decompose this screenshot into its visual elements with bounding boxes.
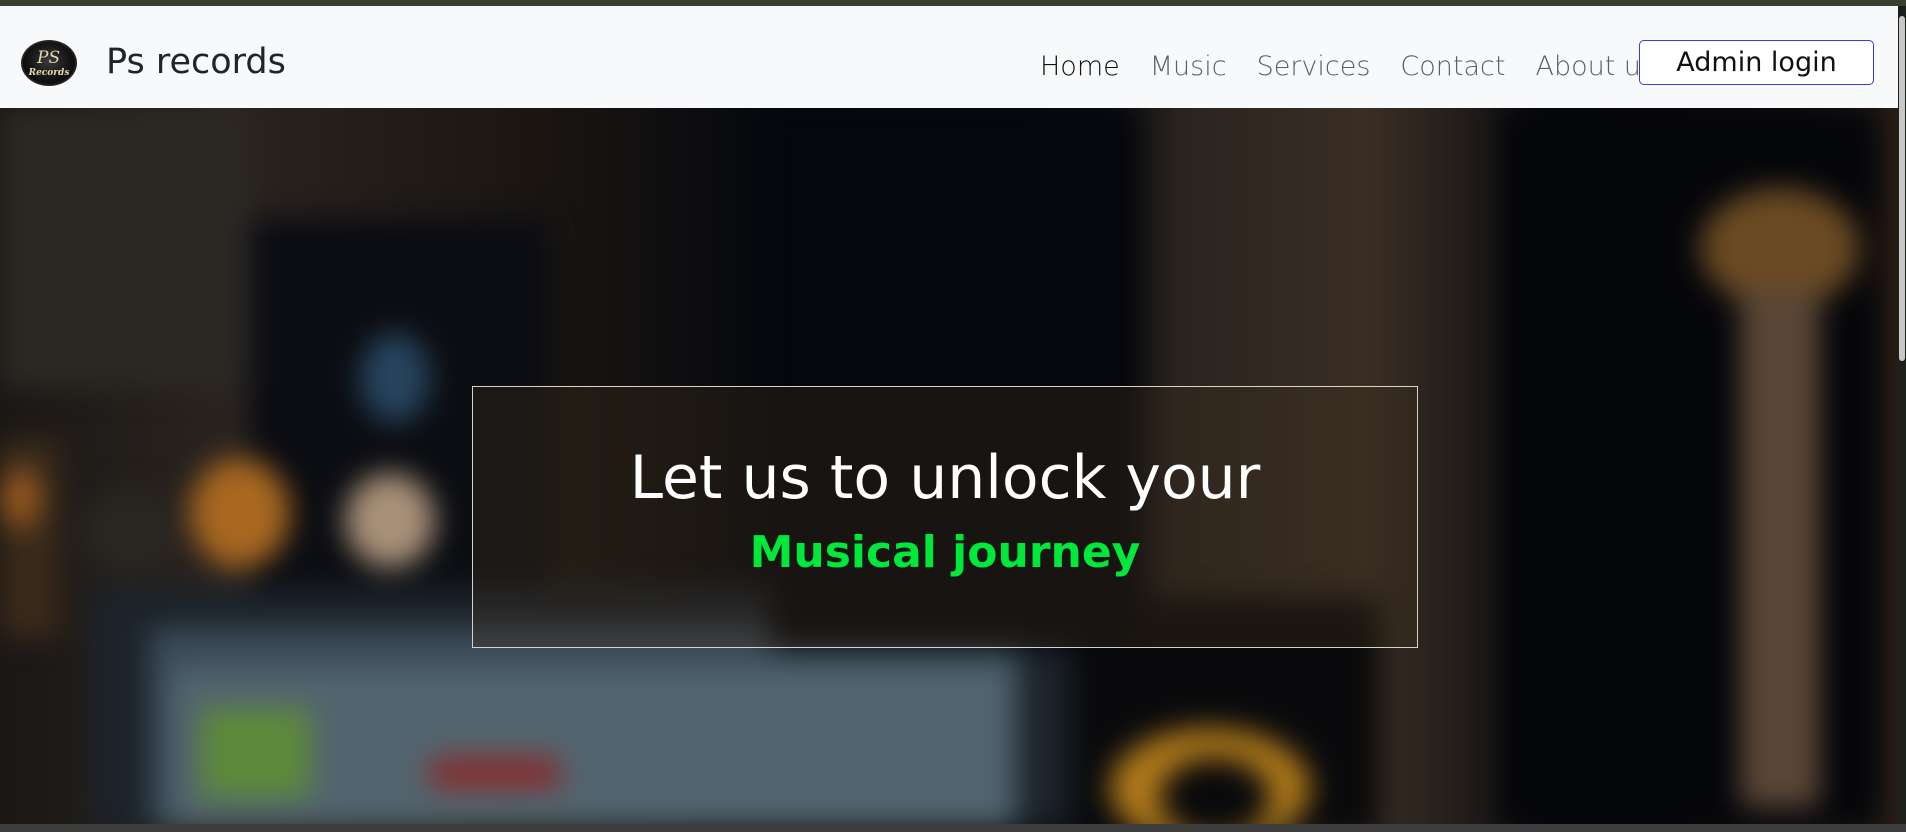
logo-text-records: Records	[28, 68, 70, 78]
hero-title: Let us to unlock your	[629, 443, 1261, 513]
hero-headline-box: Let us to unlock your Musical journey	[472, 386, 1418, 648]
window-bottom-strip	[0, 824, 1906, 832]
hero-section: Let us to unlock your Musical journey	[0, 108, 1898, 824]
admin-login-button[interactable]: Admin login	[1639, 40, 1874, 85]
nav-link-services[interactable]: Services	[1257, 51, 1371, 82]
brand-name[interactable]: Ps records	[106, 42, 286, 82]
nav-link-music[interactable]: Music	[1150, 51, 1227, 82]
brand-logo[interactable]: PS Records	[21, 40, 77, 86]
nav-links: Home Music Services Contact About us	[1040, 46, 1685, 86]
nav-link-about-us[interactable]: About us	[1535, 51, 1655, 82]
page-scrollbar[interactable]	[1898, 6, 1906, 824]
navbar: PS Records Ps records Home Music Service…	[0, 6, 1898, 108]
nav-link-home[interactable]: Home	[1040, 51, 1120, 82]
hero-subtitle: Musical journey	[749, 527, 1141, 578]
logo-text-ps: PS	[37, 48, 61, 68]
scrollbar-thumb[interactable]	[1899, 16, 1905, 361]
nav-link-contact[interactable]: Contact	[1400, 51, 1505, 82]
